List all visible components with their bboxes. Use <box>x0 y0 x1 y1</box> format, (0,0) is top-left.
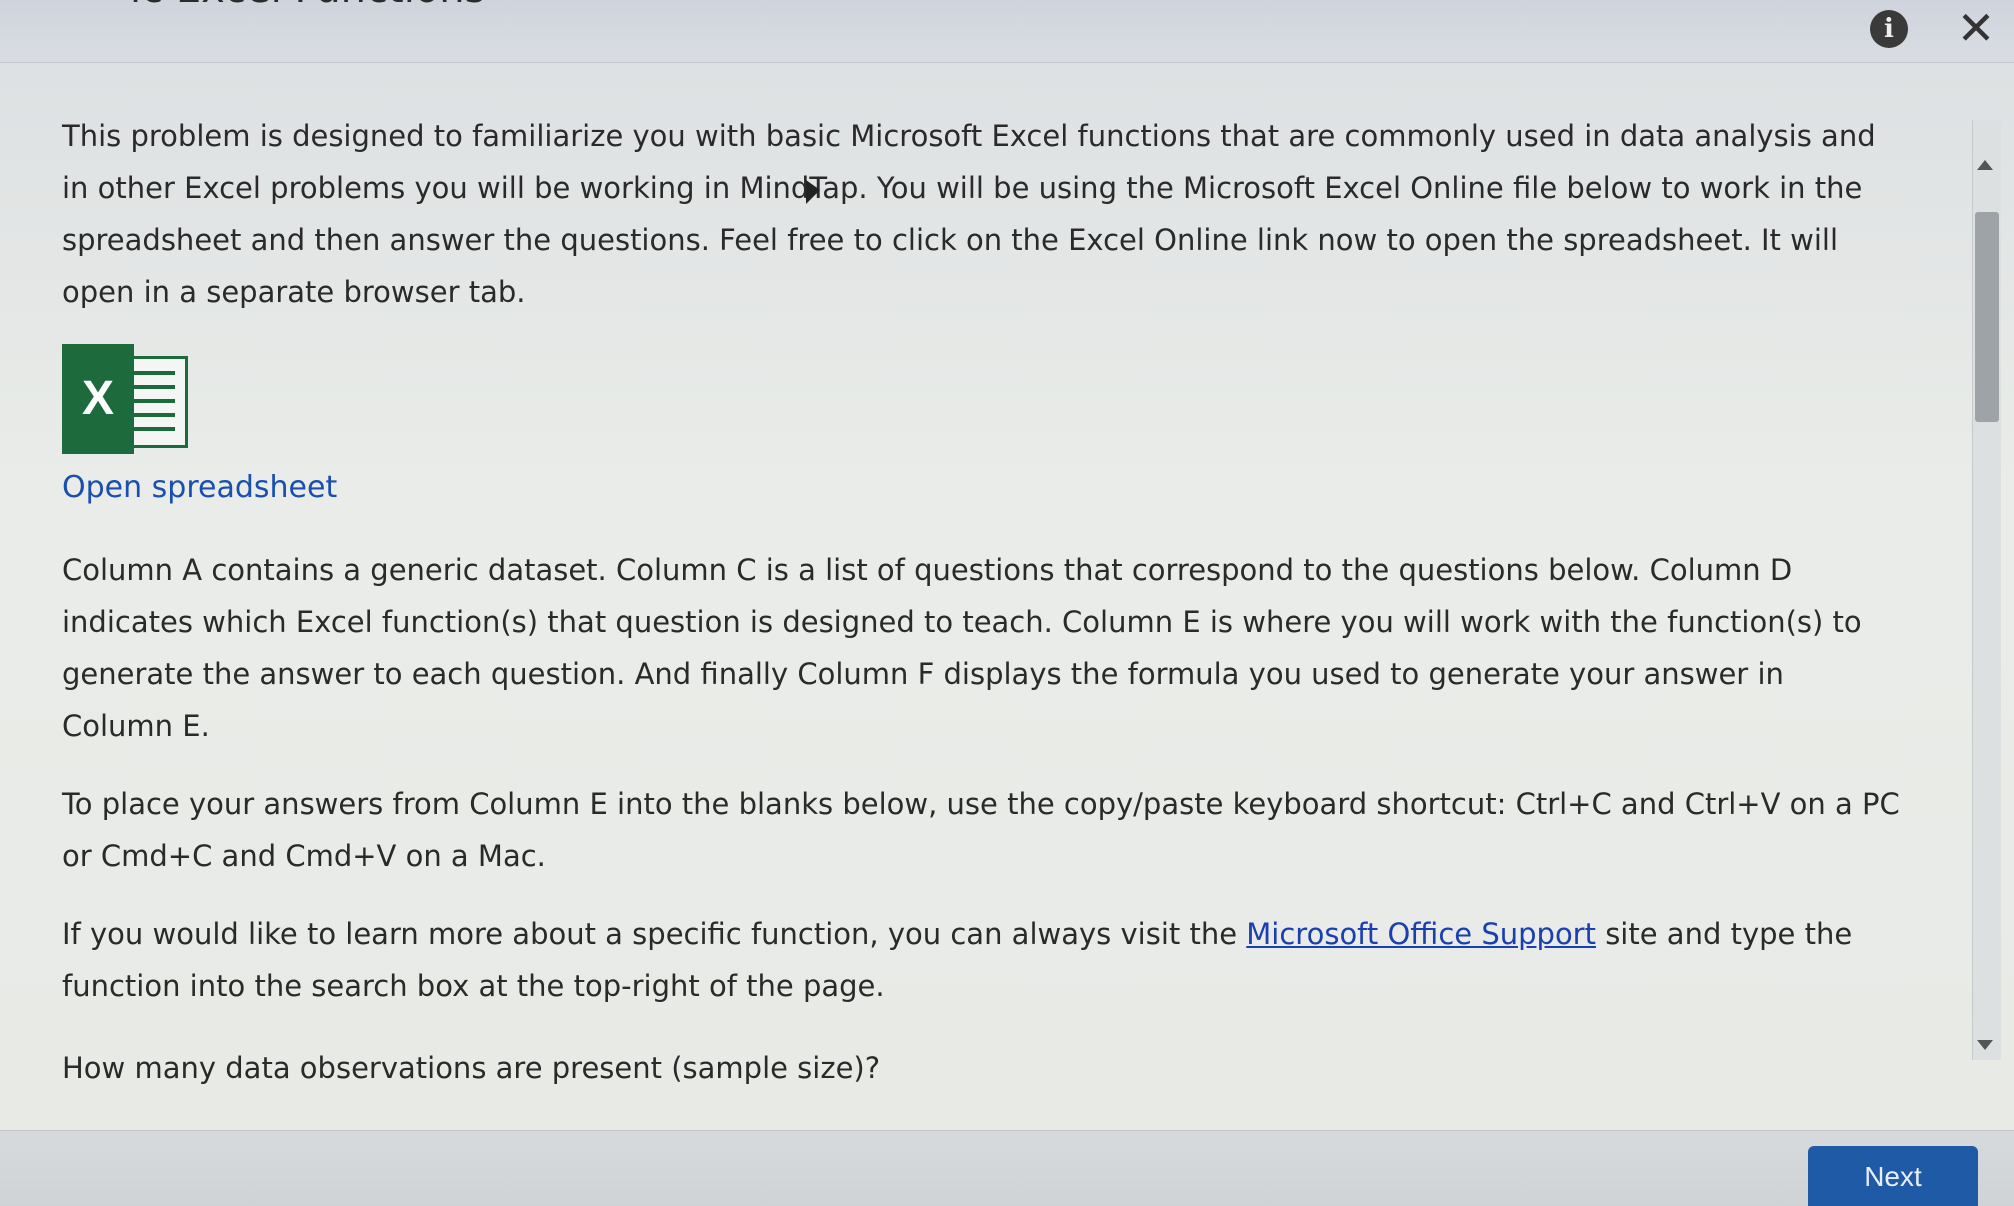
problem-content: This problem is designed to familiarize … <box>62 110 1902 1120</box>
scroll-up-arrow-icon[interactable] <box>1977 160 1993 170</box>
info-icon[interactable]: i <box>1870 10 1908 48</box>
learn-more-paragraph: If you would like to learn more about a … <box>62 908 1902 1012</box>
title-bar: ic Excel Functions i ✕ <box>0 0 2014 63</box>
excel-logo-icon[interactable]: X <box>62 344 188 454</box>
window-title: ic Excel Functions <box>130 0 485 12</box>
columns-paragraph: Column A contains a generic dataset. Col… <box>62 553 1862 743</box>
mouse-cursor-icon <box>806 180 820 204</box>
intro-paragraph: This problem is designed to familiarize … <box>62 119 1876 309</box>
question-sample-size: How many data observations are present (… <box>62 1051 881 1085</box>
excel-x-mark: X <box>62 344 134 454</box>
scroll-down-arrow-icon[interactable] <box>1977 1040 1993 1050</box>
learn-more-prefix: If you would like to learn more about a … <box>62 917 1247 951</box>
next-button[interactable]: Next <box>1808 1146 1978 1206</box>
open-spreadsheet-link[interactable]: Open spreadsheet <box>62 462 337 514</box>
problem-window: ic Excel Functions i ✕ This problem is d… <box>0 0 2014 1206</box>
paste-paragraph: To place your answers from Column E into… <box>62 787 1900 873</box>
scrollbar-thumb[interactable] <box>1975 212 1999 422</box>
microsoft-office-support-link[interactable]: Microsoft Office Support <box>1246 917 1596 951</box>
footer-bar <box>0 1130 2014 1206</box>
close-icon[interactable]: ✕ <box>1952 4 2000 52</box>
vertical-scrollbar[interactable] <box>1972 120 2001 1060</box>
